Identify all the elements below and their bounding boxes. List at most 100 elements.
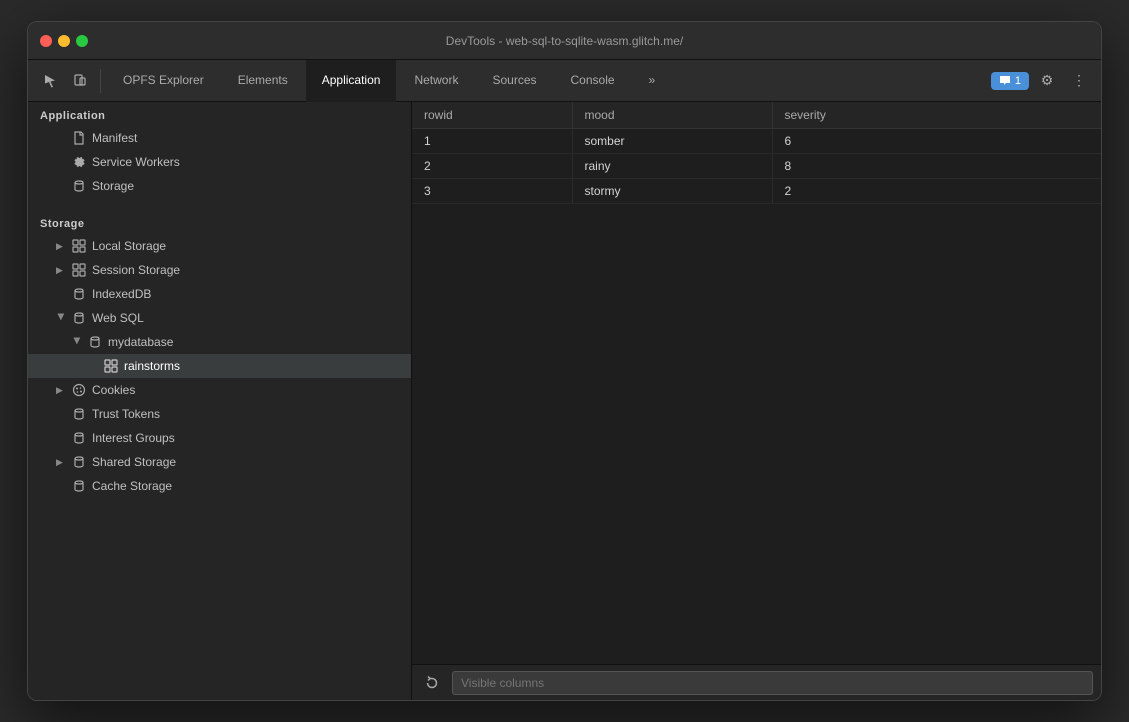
cylinder-icon [72,431,86,445]
table-row[interactable]: 2rainy8 [412,154,1101,179]
cell-rowid: 1 [412,129,572,154]
settings-icon: ⚙ [1041,72,1054,89]
tab-sources[interactable]: Sources [476,60,552,102]
close-button[interactable] [40,35,52,47]
grid-icon [104,359,118,373]
table-row[interactable]: 3stormy2 [412,179,1101,204]
table-row[interactable]: 1somber6 [412,129,1101,154]
sidebar-item-manifest[interactable]: ▶ Manifest [28,126,411,150]
sidebar: Application ▶ Manifest ▶ Service Workers… [28,102,412,700]
device-icon-btn[interactable] [66,67,94,95]
cell-severity: 6 [772,129,1101,154]
sidebar-label-cache-storage: Cache Storage [92,479,172,493]
maximize-button[interactable] [76,35,88,47]
chat-icon [999,75,1011,87]
table-container: rowid mood severity 1somber62rainy83stor… [412,102,1101,664]
sidebar-item-cookies[interactable]: ▶ Cookies [28,378,411,402]
arrow-mydatabase: ▶ [72,337,83,347]
main-content: Application ▶ Manifest ▶ Service Workers… [28,102,1101,700]
tab-network[interactable]: Network [398,60,474,102]
sidebar-item-shared-storage[interactable]: ▶ Shared Storage [28,450,411,474]
tab-opfs[interactable]: OPFS Explorer [107,60,220,102]
gear-icon [72,155,86,169]
notification-button[interactable]: 1 [991,72,1029,90]
tab-more[interactable]: » [633,60,672,102]
divider [100,69,101,93]
cylinder-icon [72,287,86,301]
sidebar-item-storage-app[interactable]: ▶ Storage [28,174,411,198]
cell-severity: 2 [772,179,1101,204]
sidebar-label-indexeddb: IndexedDB [92,287,151,301]
cylinder-icon [72,311,86,325]
col-header-rowid[interactable]: rowid [412,102,572,129]
content-panel: rowid mood severity 1somber62rainy83stor… [412,102,1101,700]
cylinder-icon [88,335,102,349]
arrow-web-sql: ▶ [56,313,67,323]
cylinder-icon [72,479,86,493]
sidebar-item-service-workers[interactable]: ▶ Service Workers [28,150,411,174]
refresh-button[interactable] [420,671,444,695]
cell-rowid: 2 [412,154,572,179]
cell-rowid: 3 [412,179,572,204]
cookie-icon [72,383,86,397]
cylinder-icon [72,407,86,421]
sidebar-item-session-storage[interactable]: ▶ Session Storage [28,258,411,282]
cursor-icon [43,74,57,88]
cell-mood: stormy [572,179,772,204]
minimize-button[interactable] [58,35,70,47]
grid-icon [72,263,86,277]
sidebar-label-mydatabase: mydatabase [108,335,173,349]
data-table: rowid mood severity 1somber62rainy83stor… [412,102,1101,204]
sidebar-item-web-sql[interactable]: ▶ Web SQL [28,306,411,330]
tab-application[interactable]: Application [306,60,397,102]
more-options-button[interactable]: ⋮ [1065,67,1093,95]
grid-icon [72,239,86,253]
sidebar-label-trust-tokens: Trust Tokens [92,407,160,421]
sidebar-label-cookies: Cookies [92,383,135,397]
titlebar: DevTools - web-sql-to-sqlite-wasm.glitch… [28,22,1101,60]
page-icon [72,131,86,145]
storage-section-title: Storage [28,210,411,234]
sidebar-label-local-storage: Local Storage [92,239,166,253]
tab-console[interactable]: Console [555,60,631,102]
arrow-shared-storage: ▶ [56,457,66,468]
col-header-severity[interactable]: severity [772,102,1101,129]
devtools-window: DevTools - web-sql-to-sqlite-wasm.glitch… [27,21,1102,701]
cylinder-icon [72,455,86,469]
arrow-cookies: ▶ [56,385,66,396]
col-header-mood[interactable]: mood [572,102,772,129]
traffic-lights [40,35,88,47]
toolbar: OPFS Explorer Elements Application Netwo… [28,60,1101,102]
more-icon: ⋮ [1072,72,1086,89]
cursor-icon-btn[interactable] [36,67,64,95]
arrow-session-storage: ▶ [56,265,66,276]
sidebar-item-interest-groups[interactable]: ▶ Interest Groups [28,426,411,450]
sidebar-label-shared-storage: Shared Storage [92,455,176,469]
sidebar-item-mydatabase[interactable]: ▶ mydatabase [28,330,411,354]
toolbar-right: 1 ⚙ ⋮ [991,67,1093,95]
cell-mood: somber [572,129,772,154]
cell-mood: rainy [572,154,772,179]
application-section-title: Application [28,102,411,126]
sidebar-label-rainstorms: rainstorms [124,359,180,373]
refresh-icon [425,676,439,690]
visible-columns-input[interactable] [452,671,1093,695]
cell-severity: 8 [772,154,1101,179]
window-title: DevTools - web-sql-to-sqlite-wasm.glitch… [446,34,683,48]
sidebar-item-local-storage[interactable]: ▶ Local Storage [28,234,411,258]
sidebar-item-rainstorms[interactable]: ▶ rainstorms [28,354,411,378]
device-icon [73,74,87,88]
sidebar-label-manifest: Manifest [92,131,137,145]
sidebar-label-interest-groups: Interest Groups [92,431,175,445]
arrow-local-storage: ▶ [56,241,66,252]
sidebar-label-service-workers: Service Workers [92,155,180,169]
tab-elements[interactable]: Elements [222,60,304,102]
sidebar-label-session-storage: Session Storage [92,263,180,277]
bottom-bar [412,664,1101,700]
sidebar-item-trust-tokens[interactable]: ▶ Trust Tokens [28,402,411,426]
sidebar-item-indexeddb[interactable]: ▶ IndexedDB [28,282,411,306]
sidebar-item-cache-storage[interactable]: ▶ Cache Storage [28,474,411,498]
settings-button[interactable]: ⚙ [1033,67,1061,95]
sidebar-label-storage: Storage [92,179,134,193]
cylinder-icon [72,179,86,193]
